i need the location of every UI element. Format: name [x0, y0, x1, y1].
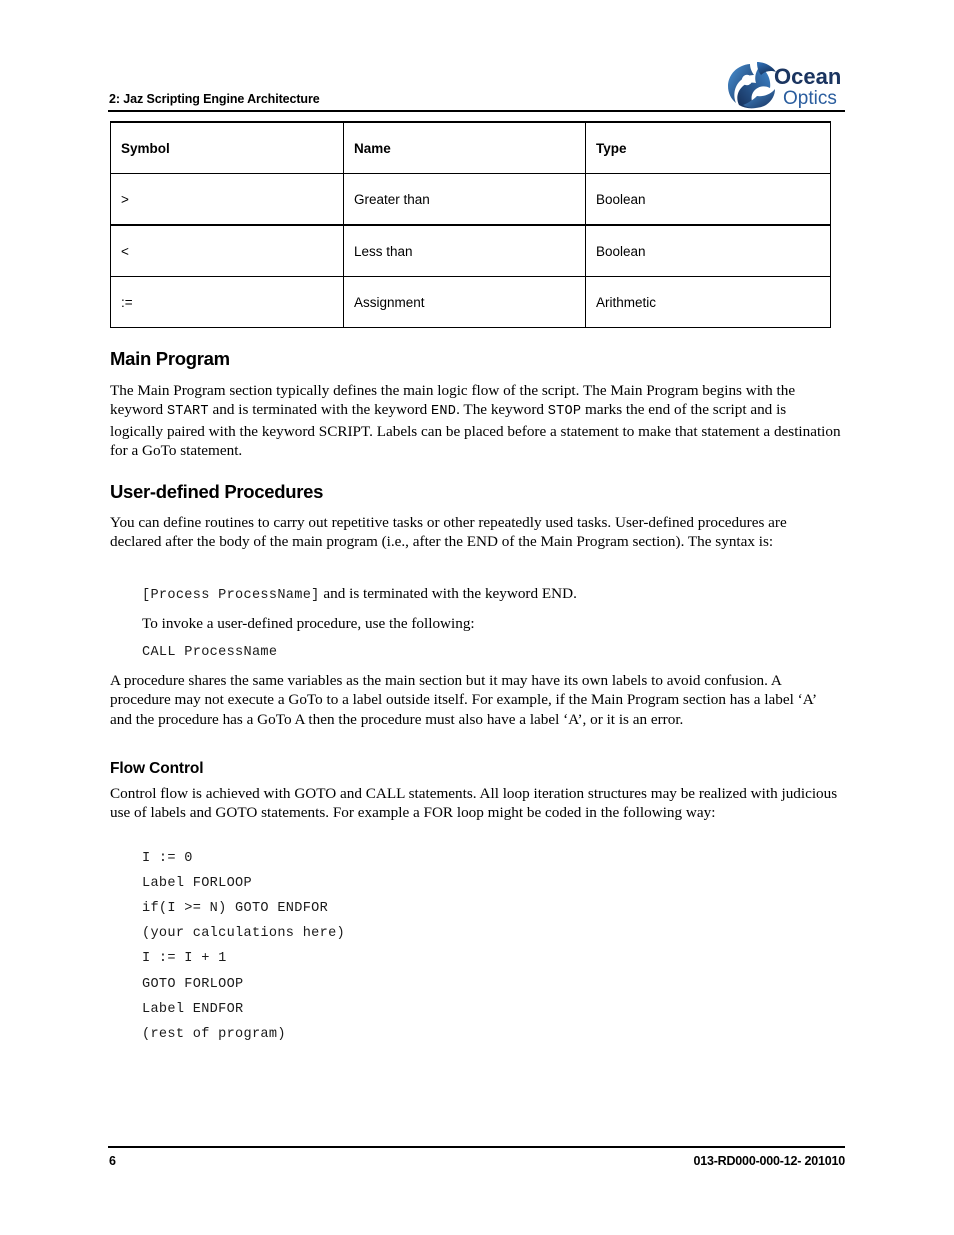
- chapter-title: 2: Jaz Scripting Engine Architecture: [109, 92, 320, 106]
- code-line: Label FORLOOP: [142, 876, 252, 891]
- heading-user-defined-procedures: User-defined Procedures: [110, 481, 324, 502]
- heading-flow-control: Flow Control: [110, 760, 204, 777]
- document-id: 013-RD000-000-12- 201010: [693, 1154, 845, 1168]
- keyword-stop: STOP: [547, 404, 582, 420]
- cell-type: Boolean: [585, 173, 831, 226]
- code-line: if(I >= N) GOTO ENDFOR: [142, 901, 329, 916]
- code-line: (rest of program): [142, 1027, 286, 1042]
- ocean-optics-logo: Ocean Optics: [727, 60, 845, 110]
- code-line: (your calculations here): [142, 926, 345, 941]
- paragraph-udp-intro: You can define routines to carry out rep…: [110, 514, 787, 551]
- column-header-name: Name: [343, 121, 586, 174]
- logo-word-optics: Optics: [783, 88, 837, 109]
- paragraph-invoke-lead: To invoke a user-defined procedure, use …: [142, 615, 475, 632]
- text-syntax-tail: and is terminated with the keyword END.: [319, 585, 577, 602]
- page-header: 2: Jaz Scripting Engine Architecture Oce…: [108, 62, 845, 112]
- keyword-start: START: [166, 404, 209, 420]
- text-main-mid-1: and is terminated with the keyword: [208, 401, 432, 419]
- header-divider: [108, 110, 845, 112]
- cell-name: Assignment: [343, 276, 586, 328]
- paragraph-udp-details: A procedure shares the same variables as…: [110, 672, 816, 728]
- code-line: Label ENDFOR: [142, 1002, 244, 1017]
- syntax-process-declaration: [Process ProcessName] and is terminated …: [142, 585, 577, 603]
- document-page: 2: Jaz Scripting Engine Architecture Oce…: [0, 0, 954, 1235]
- text-main-mid-2: . The keyword: [456, 401, 548, 419]
- column-header-symbol: Symbol: [110, 121, 344, 174]
- symbol-reference-table: Symbol Name Type > Greater than Boolean …: [110, 121, 831, 328]
- code-call-processname: CALL ProcessName: [142, 645, 278, 660]
- keyword-end: END: [431, 404, 457, 420]
- page-footer: 6 013-RD000-000-12- 201010: [108, 1146, 845, 1176]
- code-process-signature: [Process ProcessName]: [142, 588, 320, 603]
- table-row: > Greater than Boolean: [110, 173, 831, 226]
- paragraph-flow-control: Control flow is achieved with GOTO and C…: [110, 785, 838, 822]
- table-row: := Assignment Arithmetic: [110, 276, 831, 328]
- paragraph-main-program: The Main Program section typically defin…: [110, 381, 842, 460]
- cell-symbol: :=: [110, 276, 344, 328]
- page-number: 6: [109, 1154, 116, 1168]
- cell-name: Less than: [343, 224, 586, 277]
- code-line: I := 0: [142, 851, 193, 866]
- table-row: < Less than Boolean: [110, 224, 831, 277]
- cell-type: Boolean: [585, 224, 831, 277]
- cell-symbol: <: [110, 224, 344, 277]
- cell-name: Greater than: [343, 173, 586, 226]
- column-header-type: Type: [585, 121, 831, 174]
- cell-symbol: >: [110, 173, 344, 226]
- logo-word-ocean: Ocean: [774, 64, 841, 89]
- code-line: GOTO FORLOOP: [142, 977, 244, 992]
- logo-swirl-mark: [728, 62, 776, 109]
- table-header-row: Symbol Name Type: [110, 121, 831, 174]
- cell-type: Arithmetic: [585, 276, 831, 328]
- footer-divider: [108, 1146, 845, 1148]
- code-line: I := I + 1: [142, 951, 227, 966]
- heading-main-program: Main Program: [110, 348, 230, 369]
